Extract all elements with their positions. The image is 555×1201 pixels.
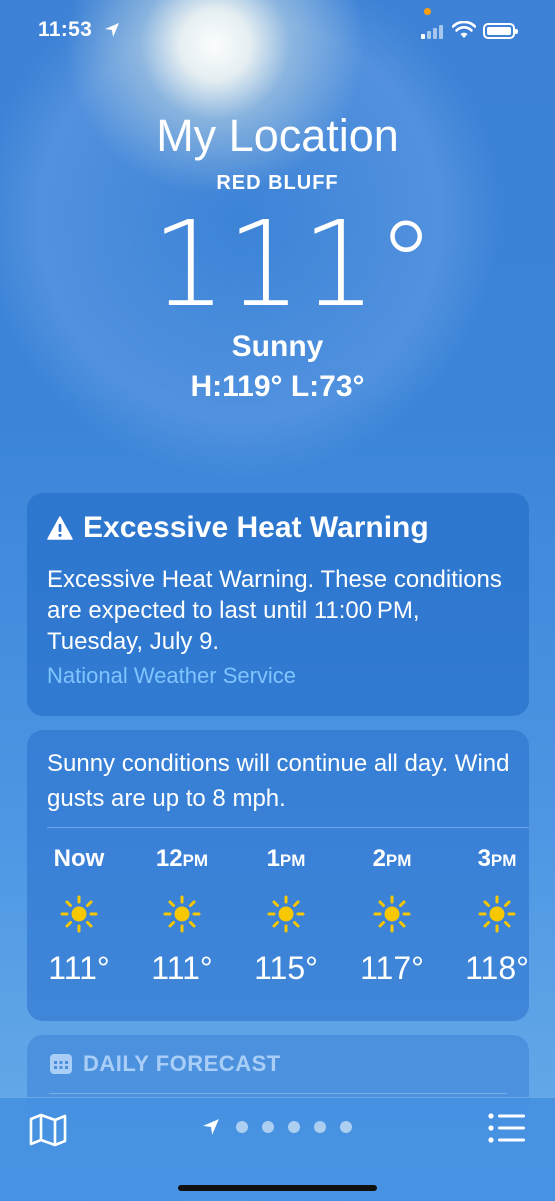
current-temperature: 111° [151,195,436,333]
sun-icon [60,895,98,933]
wifi-icon [452,21,476,38]
hour-item: Now 111° [39,845,119,987]
privacy-indicator-dot [424,8,431,15]
page-dot [262,1121,274,1133]
status-time: 11:53 [38,18,93,41]
page-dot [236,1121,248,1133]
sun-icon [373,895,411,933]
daily-forecast-title: DAILY FORECAST [83,1051,281,1076]
home-indicator[interactable] [178,1185,377,1191]
sun-icon [478,895,516,933]
hour-label: 2PM [372,845,412,872]
warning-icon [47,516,73,540]
status-bar: 11:53 [0,0,555,60]
sun-icon [267,895,305,933]
alert-source-link[interactable]: National Weather Service [47,663,296,689]
calendar-icon [50,1054,72,1074]
city-name: RED BLUFF [216,172,339,194]
alert-title: Excessive Heat Warning [83,511,429,544]
map-icon[interactable] [29,1113,67,1147]
hour-item: 1PM 115° [246,845,326,987]
hour-item: 3PM 118° [457,845,537,987]
page-dot [314,1121,326,1133]
current-condition: Sunny [231,330,324,363]
cellular-signal-icon [421,24,447,39]
location-title: My Location [156,110,399,161]
hour-temperature: 118° [465,950,529,986]
daily-forecast-header: DAILY FORECAST [49,1051,281,1077]
location-arrow-icon [105,23,119,37]
high-low-temperature: H:119° L:73° [190,370,365,403]
hour-label: Now [53,845,105,872]
hour-label: 3PM [477,845,517,872]
hour-temperature: 117° [360,950,424,986]
list-icon[interactable] [488,1113,526,1143]
severe-weather-alert-card[interactable]: Excessive Heat Warning Excessive Heat Wa… [27,493,529,716]
sun-icon [163,895,201,933]
hour-temperature: 111° [48,950,110,986]
divider [49,1093,507,1094]
battery-icon [483,23,518,39]
alert-title-row: Excessive Heat Warning [47,511,429,545]
bottom-toolbar [0,1097,555,1201]
hour-label: 1PM [266,845,306,872]
page-dot [288,1121,300,1133]
hourly-summary: Sunny conditions will continue all day. … [47,750,510,812]
hour-item: 2PM 117° [352,845,432,987]
hour-item: 12PM 111° [142,845,222,987]
hourly-forecast-card[interactable]: Sunny conditions will continue all day. … [27,730,529,1021]
page-indicator[interactable] [202,1118,352,1136]
alert-description: Excessive Heat Warning. These conditions… [47,566,502,655]
divider [47,827,529,828]
hour-label: 12PM [155,845,209,872]
location-arrow-icon [203,1119,219,1135]
hour-temperature: 111° [151,950,213,986]
hour-temperature: 115° [254,950,318,986]
page-dot [340,1121,352,1133]
